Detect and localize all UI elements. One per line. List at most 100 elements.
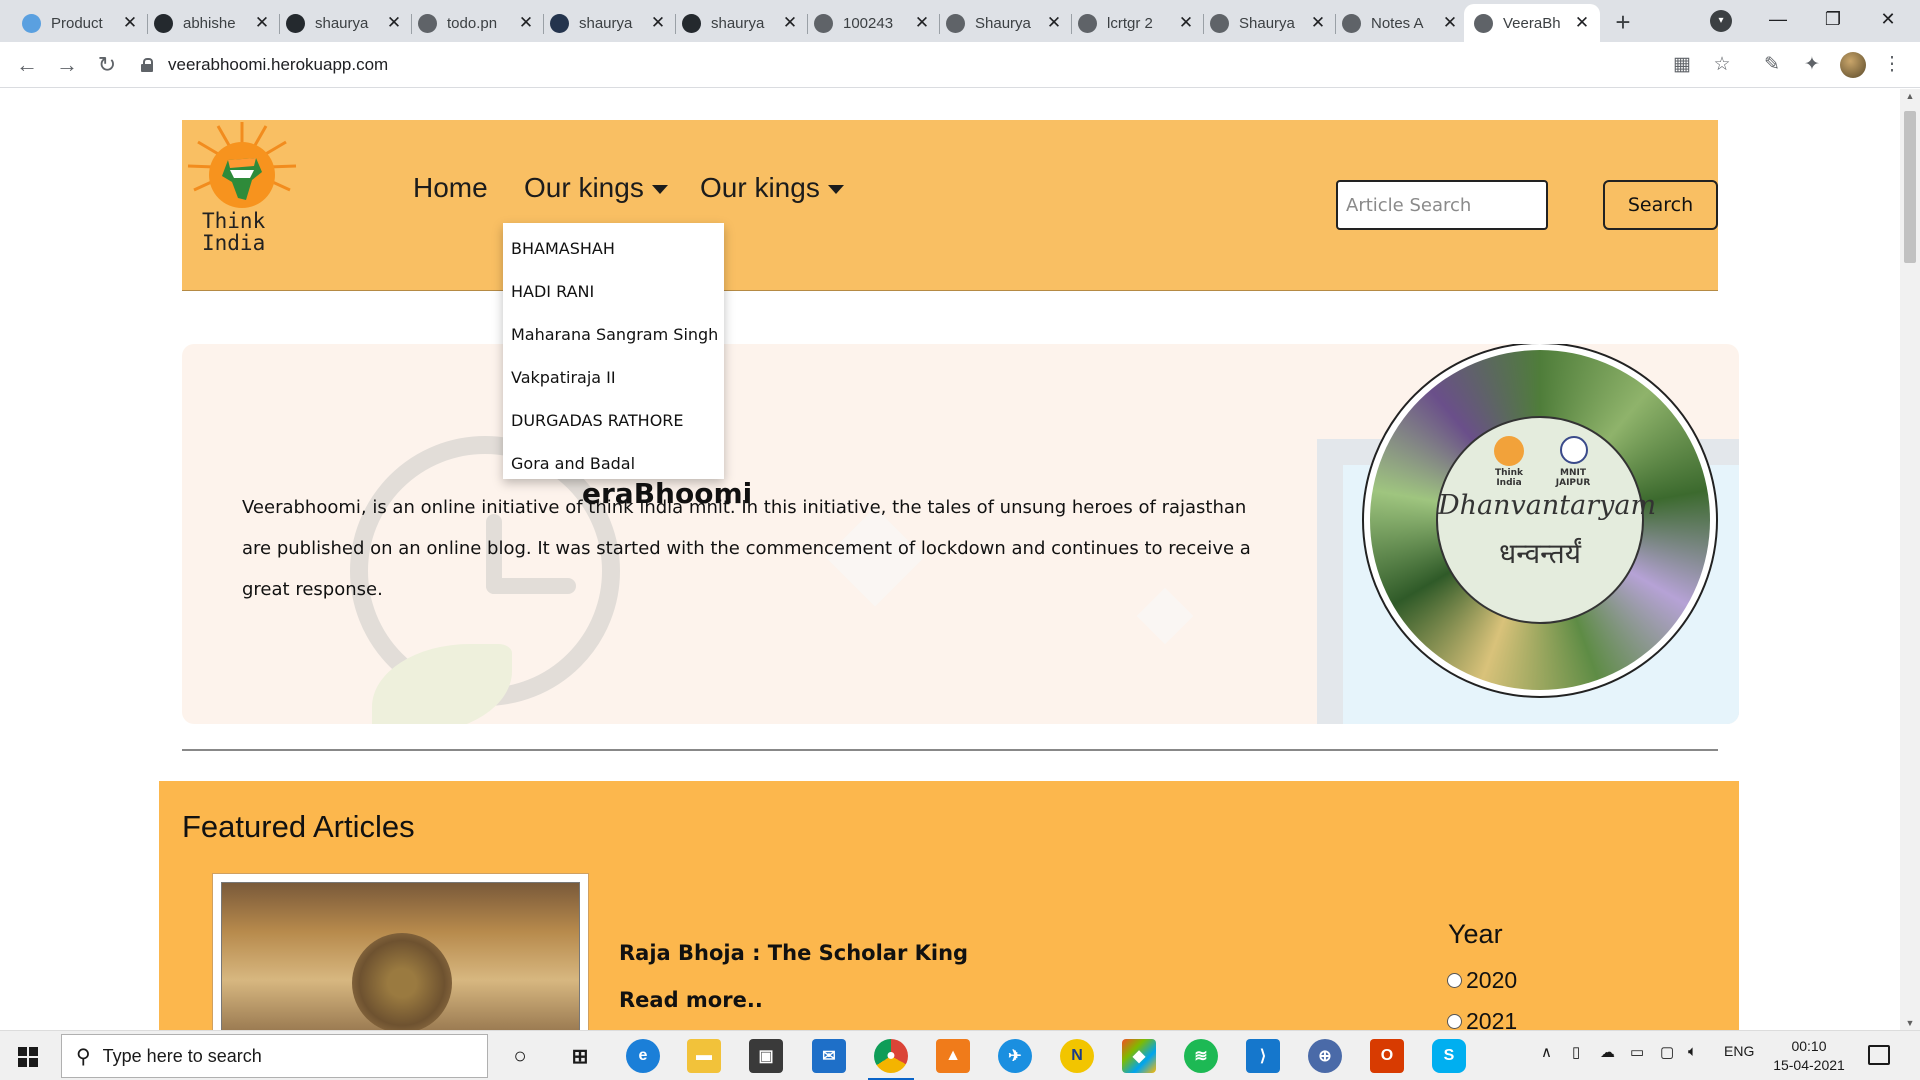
article-title[interactable]: Raja Bhoja : The Scholar King <box>619 941 968 965</box>
tab-favicon-icon <box>1078 13 1097 33</box>
browser-tab[interactable]: VeeraBh ✕ <box>1464 4 1600 42</box>
tray-chevron-up-icon[interactable]: ∧ <box>1541 1043 1552 1061</box>
vlc-icon[interactable]: ▲ <box>936 1039 970 1073</box>
volume-icon[interactable]: 🔈︎ <box>1688 1043 1697 1060</box>
mail-icon[interactable]: ✉ <box>812 1039 846 1073</box>
profile-avatar[interactable] <box>1840 52 1866 78</box>
address-url[interactable]: veerabhoomi.herokuapp.com <box>168 55 388 75</box>
close-tab-icon[interactable]: ✕ <box>122 13 138 33</box>
restore-icon[interactable]: ❐ <box>1803 4 1863 34</box>
year-option-2020[interactable]: 2020 <box>1447 967 1517 994</box>
windows-start-icon[interactable] <box>18 1047 38 1067</box>
close-tab-icon[interactable]: ✕ <box>1178 13 1194 33</box>
close-tab-icon[interactable]: ✕ <box>254 13 270 33</box>
clock-date: 15-04-2021 <box>1773 1057 1845 1073</box>
forward-icon[interactable]: → <box>53 51 81 79</box>
spotify-icon[interactable]: ≋ <box>1184 1039 1218 1073</box>
address-bar[interactable]: veerabhoomi.herokuapp.com <box>140 47 1680 83</box>
menu-kebab-icon[interactable]: ⋮ <box>1880 53 1904 77</box>
nav-our-kings-2[interactable]: Our kings <box>700 172 844 204</box>
skype-icon[interactable]: S <box>1432 1039 1466 1073</box>
browser-tab[interactable]: todo.pn ✕ <box>408 4 544 42</box>
translate-icon[interactable]: ▦ <box>1670 53 1694 77</box>
tab-favicon-icon <box>1342 13 1361 33</box>
radio-button[interactable] <box>1447 973 1462 988</box>
browser-tab[interactable]: shaurya ✕ <box>672 4 808 42</box>
close-tab-icon[interactable]: ✕ <box>782 13 798 33</box>
close-tab-icon[interactable]: ✕ <box>1046 13 1062 33</box>
dropdown-item-hadi-rani[interactable]: HADI RANI <box>503 270 724 313</box>
close-tab-icon[interactable]: ✕ <box>518 13 534 33</box>
store-icon[interactable]: ▣ <box>749 1039 783 1073</box>
taskbar-search-box[interactable]: ⚲ Type here to search <box>61 1034 488 1078</box>
browser-tab[interactable]: Product ✕ <box>12 4 148 42</box>
edit-note-icon[interactable]: ✎ <box>1760 53 1784 77</box>
dropdown-item-vakpatiraja[interactable]: Vakpatiraja II <box>503 356 724 399</box>
office-icon[interactable]: O <box>1370 1039 1404 1073</box>
bookmark-star-icon[interactable]: ☆ <box>1710 53 1734 77</box>
office-apps-icon[interactable]: ◆ <box>1122 1039 1156 1073</box>
tab-favicon-icon <box>946 13 965 33</box>
dropdown-item-bhamashah[interactable]: BHAMASHAH <box>503 227 724 270</box>
tab-title: lcrtgr 2 <box>1107 14 1153 32</box>
globe-app-icon[interactable]: ⊕ <box>1308 1039 1342 1073</box>
dropdown-item-gora-and-badal[interactable]: Gora and Badal <box>503 442 724 485</box>
task-view-icon[interactable]: ⊞ <box>563 1039 597 1073</box>
tab-search-icon[interactable]: ▾ <box>1710 10 1732 32</box>
new-tab-button[interactable]: + <box>1608 8 1638 38</box>
clock-time: 00:10 <box>1791 1038 1827 1054</box>
browser-tab[interactable]: Notes A ✕ <box>1332 4 1468 42</box>
edge-icon[interactable]: e <box>626 1039 660 1073</box>
notifications-icon[interactable] <box>1868 1045 1890 1065</box>
chrome-icon[interactable]: ● <box>868 1039 914 1080</box>
tab-title: shaurya <box>315 14 369 32</box>
nav-our-kings-1[interactable]: Our kings <box>524 172 668 204</box>
norton-icon[interactable]: N <box>1060 1039 1094 1073</box>
language-indicator[interactable]: ENG <box>1724 1043 1754 1059</box>
browser-tab[interactable]: shaurya ✕ <box>540 4 676 42</box>
tab-favicon-icon <box>286 13 305 33</box>
taskbar-clock[interactable]: 00:10 15-04-2021 <box>1768 1037 1850 1075</box>
reload-icon[interactable]: ↻ <box>93 51 121 79</box>
close-tab-icon[interactable]: ✕ <box>914 13 930 33</box>
browser-tab[interactable]: lcrtgr 2 ✕ <box>1068 4 1204 42</box>
close-tab-icon[interactable]: ✕ <box>1310 13 1326 33</box>
extensions-icon[interactable]: ✦ <box>1800 53 1824 77</box>
think-india-logo[interactable]: Think India <box>182 120 312 260</box>
close-tab-icon[interactable]: ✕ <box>386 13 402 33</box>
search-button[interactable]: Search <box>1603 180 1718 230</box>
emblem-script-text: Dhanvantaryam <box>1438 490 1657 521</box>
browser-tab[interactable]: shaurya ✕ <box>276 4 412 42</box>
battery-icon[interactable]: ▭ <box>1630 1043 1644 1061</box>
browser-tab[interactable]: Shaurya ✕ <box>1200 4 1336 42</box>
cortana-icon[interactable]: ○ <box>503 1039 537 1073</box>
close-tab-icon[interactable]: ✕ <box>1574 13 1590 33</box>
scrollbar-thumb[interactable] <box>1904 111 1916 263</box>
close-tab-icon[interactable]: ✕ <box>650 13 666 33</box>
article-search-input[interactable] <box>1336 180 1548 230</box>
dropdown-item-maharana-sangram-singh[interactable]: Maharana Sangram Singh <box>503 313 724 356</box>
windows-taskbar: ⚲ Type here to search ○ ⊞ e ▬ ▣ ✉ ● ▲ ✈ … <box>0 1030 1920 1080</box>
page-scrollbar[interactable]: ▲ ▼ <box>1900 89 1920 1030</box>
browser-tab[interactable]: Shaurya ✕ <box>936 4 1072 42</box>
article-thumbnail[interactable] <box>213 874 588 1030</box>
back-icon[interactable]: ← <box>13 51 41 79</box>
nav-home[interactable]: Home <box>413 172 488 204</box>
browser-tab[interactable]: abhishe ✕ <box>144 4 280 42</box>
browser-tab[interactable]: 100243 ✕ <box>804 4 940 42</box>
network-icon[interactable]: ▢ <box>1660 1043 1674 1061</box>
file-explorer-icon[interactable]: ▬ <box>687 1039 721 1073</box>
browser-tab-strip: Product ✕ abhishe ✕ shaurya ✕ todo.pn ✕ shaurya ✕… <box>0 0 1920 42</box>
messenger-icon[interactable]: ✈ <box>998 1039 1032 1073</box>
year-option-2021[interactable]: 2021 <box>1447 1008 1517 1030</box>
browser-toolbar: ← → ↻ veerabhoomi.herokuapp.com ▦ ☆ ✎ ✦ … <box>0 42 1920 88</box>
read-more-link[interactable]: Read more.. <box>619 988 763 1012</box>
tray-device-icon[interactable]: ▯ <box>1572 1043 1580 1061</box>
minimize-icon[interactable]: — <box>1748 4 1808 34</box>
vscode-icon[interactable]: ⟩ <box>1246 1039 1280 1073</box>
radio-button[interactable] <box>1447 1014 1462 1029</box>
close-tab-icon[interactable]: ✕ <box>1442 13 1458 33</box>
dropdown-item-durgadas-rathore[interactable]: DURGADAS RATHORE <box>503 399 724 442</box>
onedrive-icon[interactable]: ☁ <box>1600 1043 1615 1061</box>
close-window-icon[interactable]: ✕ <box>1858 4 1918 34</box>
